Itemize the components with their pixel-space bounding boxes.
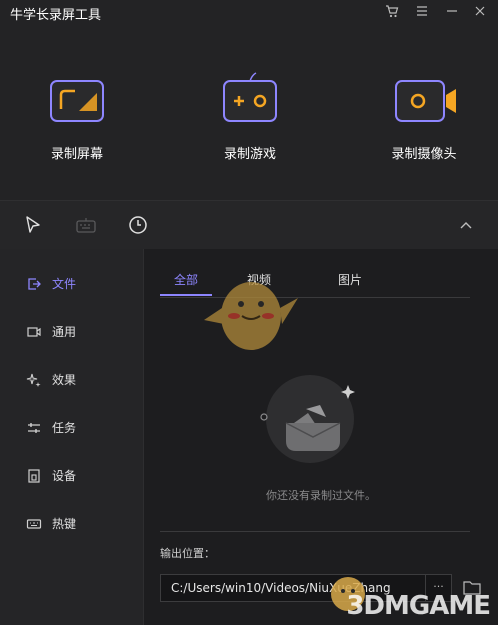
video-camera-icon: [27, 327, 41, 337]
sidebar-item-hotkeys[interactable]: 热键: [24, 512, 134, 536]
settings-sidebar: 文件 通用 效果 任务 设备 热键: [0, 249, 144, 625]
file-export-icon: [28, 278, 41, 290]
sidebar-item-effects[interactable]: 效果: [24, 368, 134, 392]
mascot-watermark: [204, 282, 298, 350]
sidebar-item-file[interactable]: 文件: [24, 272, 134, 296]
record-screen-label: 录制屏幕: [50, 147, 103, 162]
menu-icon[interactable]: [414, 3, 430, 19]
sidebar-item-label: 设备: [52, 469, 77, 483]
close-icon[interactable]: [472, 3, 488, 19]
record-game-label: 录制游戏: [223, 147, 276, 162]
collapse-chevron-icon[interactable]: [455, 214, 477, 236]
empty-state-text: 你还没有录制过文件。: [266, 489, 376, 502]
device-icon: [28, 469, 40, 483]
empty-folder-icon: [260, 385, 355, 451]
camera-record-icon: [395, 80, 456, 122]
sidebar-item-label: 任务: [52, 421, 77, 435]
mode-panel: 录制屏幕 录制游戏 录制摄像头: [0, 24, 498, 200]
cursor-icon[interactable]: [22, 214, 44, 236]
sidebar-item-label: 文件: [52, 277, 77, 291]
minimize-icon[interactable]: [444, 3, 460, 19]
record-camera-label: 录制摄像头: [391, 147, 457, 162]
tab-image[interactable]: 图片: [324, 271, 376, 288]
keyboard-icon: [26, 519, 42, 529]
title-bar: 牛学长录屏工具: [0, 0, 498, 24]
output-location-label: 输出位置：: [160, 547, 215, 560]
toolbar: [0, 200, 498, 249]
sidebar-item-general[interactable]: 通用: [24, 320, 134, 344]
sparkle-icon: [26, 373, 41, 387]
sidebar-item-label: 通用: [52, 325, 77, 339]
clock-icon[interactable]: [127, 214, 149, 236]
sliders-icon: [28, 423, 40, 433]
screen-record-icon: [50, 80, 104, 122]
game-record-icon: [223, 72, 277, 122]
window-title: 牛学长录屏工具: [10, 8, 102, 23]
divider: [160, 531, 470, 532]
sidebar-item-label: 效果: [52, 373, 77, 387]
keyboard-icon[interactable]: [75, 214, 97, 236]
watermark-text: 3DMGAME: [346, 591, 491, 621]
sidebar-item-tasks[interactable]: 任务: [24, 416, 134, 440]
cart-icon[interactable]: [384, 3, 400, 19]
sidebar-item-devices[interactable]: 设备: [24, 464, 134, 488]
sidebar-item-label: 热键: [52, 517, 77, 531]
